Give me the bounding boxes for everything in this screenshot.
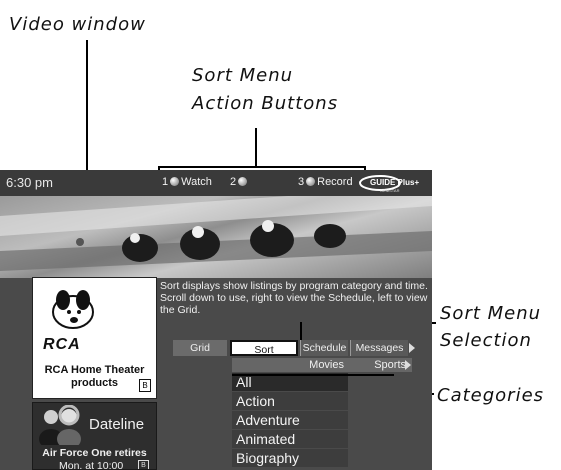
rca-caption-line1: RCA Home Theater — [44, 364, 145, 376]
button-dot-icon — [170, 177, 180, 186]
sort-selection-annotation-line1: Sort Menu — [440, 303, 542, 324]
rca-ad-panel[interactable]: RCA RCA Home Theater products B — [32, 277, 157, 399]
category-item[interactable]: Action — [232, 392, 348, 410]
button-dot-icon — [306, 177, 316, 186]
action-buttons-annotation-line2: Action Buttons — [192, 93, 339, 114]
dateline-badge: B — [138, 460, 149, 469]
video-window — [0, 196, 432, 278]
categories-bracket-top — [232, 374, 394, 376]
video-window-annotation: Video window — [9, 14, 146, 35]
tab-messages[interactable]: Messages — [350, 340, 408, 356]
category-item[interactable]: Animated — [232, 430, 348, 448]
tab-sort[interactable]: Sort — [230, 340, 298, 356]
sort-menu-tabs: Grid Sort Schedule Messages — [173, 340, 432, 356]
category-scroll-row: Movies Sports — [232, 358, 432, 372]
action-buttons-bracket-stem — [255, 128, 257, 166]
action-button-3-number: 3 — [298, 176, 305, 188]
sort-selection-pointer-v — [300, 322, 302, 340]
dog-logo-icon — [52, 290, 94, 329]
guide-plus-logo: GUIDE Plus+ GEMSTAR — [358, 173, 430, 193]
dateline-caption-line1: Air Force One retires — [42, 447, 147, 459]
tabs-right-arrow-icon — [409, 343, 415, 353]
button-dot-icon — [238, 177, 248, 186]
guide-logo-text: GUIDE Plus+ — [370, 178, 419, 187]
category-right-arrow-icon — [405, 360, 411, 370]
action-button-2[interactable]: 2 — [230, 176, 249, 188]
dateline-title: Dateline — [89, 416, 145, 433]
guide-logo-icon: GUIDE Plus+ GEMSTAR — [359, 175, 419, 193]
action-button-2-number: 2 — [230, 176, 237, 188]
action-buttons-annotation-line1: Sort Menu — [192, 65, 294, 86]
action-buttons-bracket-top — [158, 166, 366, 168]
category-row-left-label[interactable]: Movies — [232, 358, 350, 372]
action-button-3[interactable]: 3 Record — [298, 176, 353, 188]
rca-caption-line2: products — [70, 377, 119, 389]
sort-description: Sort displays show listings by program c… — [160, 280, 428, 316]
category-item[interactable]: Biography — [232, 449, 348, 467]
rca-logo-text: RCA — [43, 336, 81, 353]
dateline-caption-line2: Mon. at 10:00 — [59, 460, 124, 470]
motorcycle-race-image — [0, 196, 432, 271]
category-item[interactable]: Adventure — [232, 411, 348, 429]
top-bar: 6:30 pm 1 Watch 2 3 Record GUIDE Plus+ GEM… — [0, 170, 432, 196]
clock-time: 6:30 pm — [6, 175, 53, 190]
action-button-1-label: Watch — [181, 176, 212, 188]
action-button-1-number: 1 — [162, 176, 169, 188]
categories-annotation: Categories — [437, 385, 545, 406]
dateline-ad-panel[interactable]: Dateline Air Force One retires Mon. at 1… — [32, 402, 157, 470]
action-button-3-label: Record — [317, 176, 353, 188]
tab-grid[interactable]: Grid — [173, 340, 227, 356]
rca-badge: B — [139, 379, 151, 392]
guide-screen: 6:30 pm 1 Watch 2 3 Record GUIDE Plus+ GEM… — [0, 170, 432, 470]
anchors-photo-icon — [39, 405, 81, 445]
sort-selection-annotation-line2: Selection — [440, 330, 532, 351]
guide-logo-subtext: GEMSTAR — [380, 188, 400, 193]
action-button-1[interactable]: 1 Watch — [162, 176, 212, 188]
tab-schedule[interactable]: Schedule — [300, 340, 348, 356]
category-row-right-label[interactable]: Sports — [350, 358, 412, 372]
category-list: All Action Adventure Animated Biography — [232, 373, 348, 468]
